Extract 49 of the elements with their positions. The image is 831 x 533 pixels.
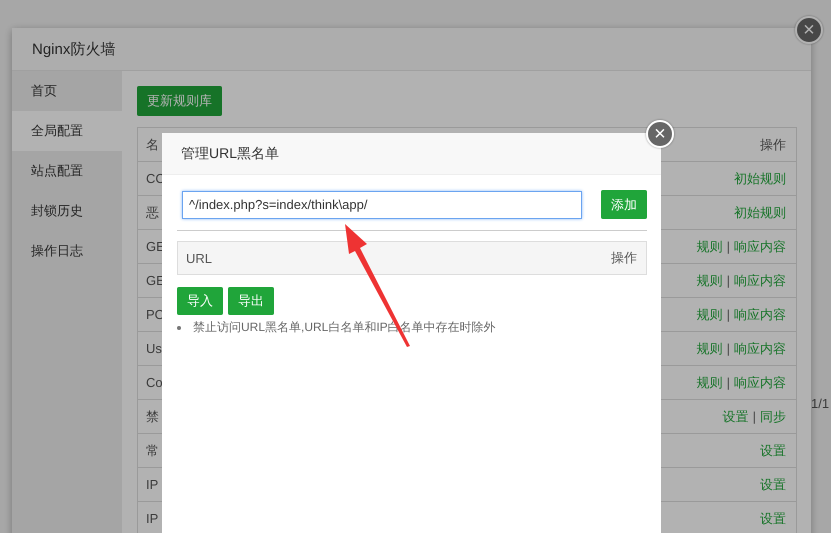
action-link[interactable]: 初始规则 xyxy=(734,204,786,222)
export-button[interactable]: 导出 xyxy=(228,287,274,315)
add-button[interactable]: 添加 xyxy=(601,190,647,219)
close-button[interactable]: × xyxy=(795,16,823,44)
action-link[interactable]: 响应内容 xyxy=(734,306,786,324)
action-link[interactable]: 规则 xyxy=(696,306,723,324)
separator-text: | xyxy=(726,341,730,356)
table-cell: Co xyxy=(146,375,163,390)
action-link[interactable]: 规则 xyxy=(696,272,723,290)
column-header: 操作 xyxy=(611,249,637,267)
separator-text: | xyxy=(726,239,730,254)
table-cell: 禁 xyxy=(146,408,159,426)
table-cell: IP xyxy=(146,511,158,526)
dialog-title: 管理URL黑名单 xyxy=(181,144,280,162)
table-cell: Us xyxy=(146,341,162,356)
column-header: URL xyxy=(186,250,212,266)
update-rules-button[interactable]: 更新规则库 xyxy=(137,86,222,116)
action-link[interactable]: 设置 xyxy=(760,476,786,494)
sidebar-item[interactable]: 全局配置 xyxy=(12,111,122,151)
action-link[interactable]: 设置 xyxy=(760,510,786,528)
separator-text: | xyxy=(726,307,730,322)
window-title: Nginx防火墙 xyxy=(32,40,116,58)
sidebar-item[interactable]: 操作日志 xyxy=(12,231,122,271)
action-link[interactable]: 规则 xyxy=(696,374,723,392)
table-cell: IP xyxy=(146,477,158,492)
url-input[interactable]: ^/index.php?s=index/think\app/ xyxy=(182,190,582,218)
action-link[interactable]: 响应内容 xyxy=(734,272,786,290)
action-link[interactable]: 设置 xyxy=(760,442,786,460)
table-cell: 常 xyxy=(146,442,159,460)
separator-text: | xyxy=(726,273,730,288)
sidebar-item[interactable]: 站点配置 xyxy=(12,151,122,191)
sidebar-item[interactable]: 封锁历史 xyxy=(12,191,122,231)
pager-text: 1/1 xyxy=(811,396,830,411)
action-link[interactable]: 响应内容 xyxy=(734,238,786,256)
table-cell: 恶 xyxy=(146,204,159,222)
action-link[interactable]: 响应内容 xyxy=(734,340,786,358)
bullet-icon xyxy=(177,326,181,330)
sidebar-item[interactable]: 首页 xyxy=(12,71,122,111)
import-button[interactable]: 导入 xyxy=(177,287,223,315)
separator-text: | xyxy=(752,409,756,424)
action-link[interactable]: 规则 xyxy=(696,340,723,358)
action-link[interactable]: 同步 xyxy=(760,408,786,426)
action-link[interactable]: 响应内容 xyxy=(734,374,786,392)
column-header: 操作 xyxy=(760,136,786,154)
action-link[interactable]: 规则 xyxy=(696,238,723,256)
column-header: 名 xyxy=(146,136,159,154)
action-link[interactable]: 初始规则 xyxy=(734,170,786,188)
action-link[interactable]: 设置 xyxy=(722,408,749,426)
separator-text: | xyxy=(726,375,730,390)
